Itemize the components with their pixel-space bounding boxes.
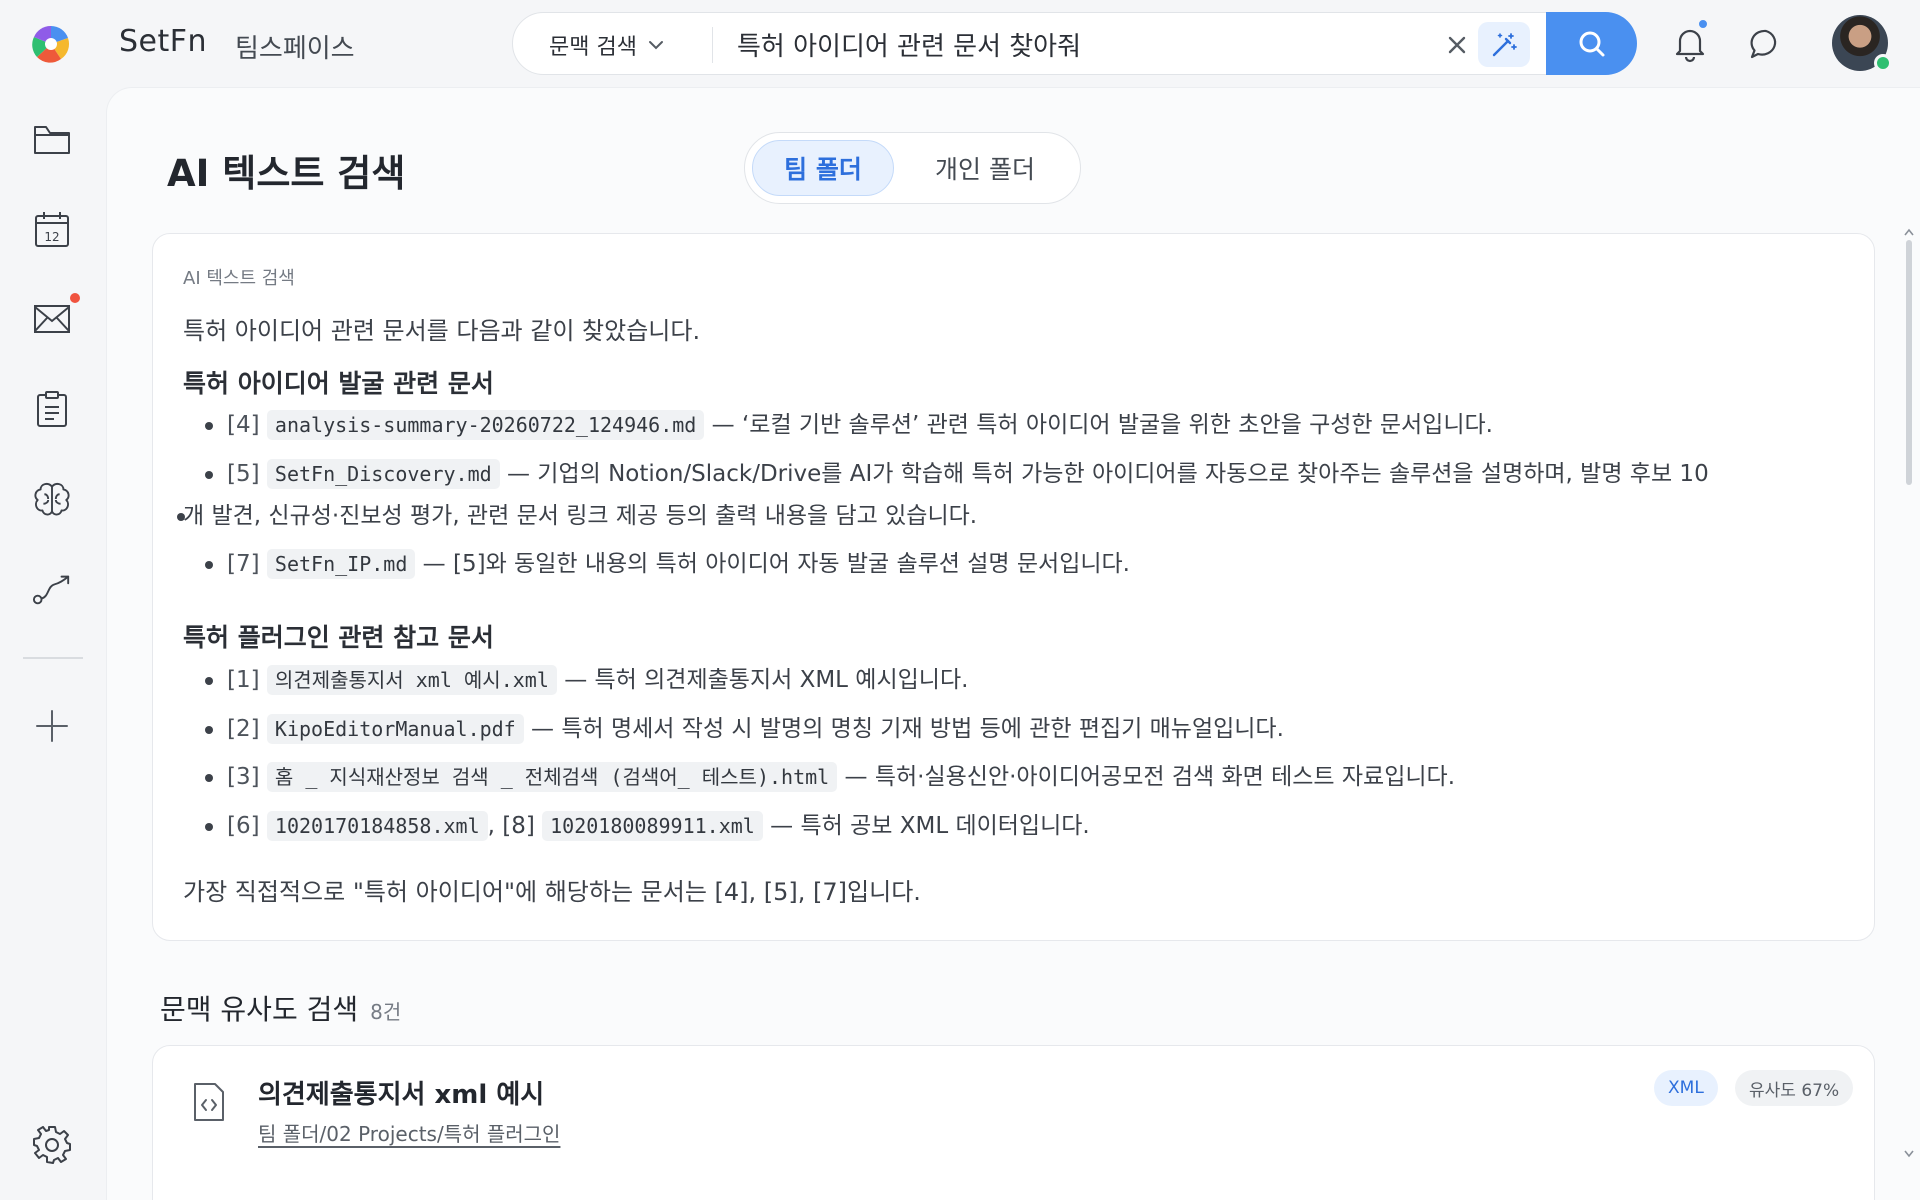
brand-name: SetFn xyxy=(119,24,208,59)
tab-team-folder[interactable]: 팀 폴더 xyxy=(752,140,894,196)
similarity-badge: 유사도 67% xyxy=(1735,1070,1854,1106)
item-description: — 특허·실용신안·아이디어공모전 검색 화면 테스트 자료입니다. xyxy=(844,764,1456,790)
search-button[interactable] xyxy=(1546,12,1637,75)
chevron-down-icon xyxy=(648,41,663,50)
file-name[interactable]: SetFn_Discovery.md xyxy=(266,459,500,489)
list-item: [4] analysis-summary-20260722_124946.md … xyxy=(205,404,1851,446)
tab-personal-folder[interactable]: 개인 폴더 xyxy=(914,140,1056,196)
page-title: AI 텍스트 검색 xyxy=(167,152,406,195)
reference-number[interactable]: [6] xyxy=(227,813,260,839)
file-name[interactable]: SetFn_IP.md xyxy=(266,549,416,579)
workspace-name[interactable]: 팀스페이스 xyxy=(235,28,355,65)
folder-icon[interactable] xyxy=(32,120,72,160)
calendar-day: 12 xyxy=(44,230,59,244)
reference-number[interactable]: [1] xyxy=(227,667,260,693)
main-panel: AI 텍스트 검색 팀 폴더 개인 폴더 AI 텍스트 검색 특허 아이디어 관… xyxy=(106,87,1920,1200)
answer-intro: 특허 아이디어 관련 문서를 다음과 같이 찾았습니다. xyxy=(183,317,701,345)
file-name[interactable]: 홈 _ 지식재산정보 검색 _ 전체검색 (검색어_ 테스트).html xyxy=(266,762,838,792)
file-name[interactable]: KipoEditorManual.pdf xyxy=(266,714,524,744)
ai-assist-button[interactable] xyxy=(1478,22,1530,67)
file-name[interactable]: 1020180089911.xml xyxy=(542,811,763,841)
rail-divider xyxy=(23,657,83,659)
top-bar: SetFn 팀스페이스 문맥 검색 xyxy=(0,0,1920,87)
search-input[interactable] xyxy=(737,23,1417,65)
brain-icon[interactable] xyxy=(32,479,72,519)
result-title[interactable]: 의견제출통지서 xml 예시 xyxy=(258,1074,544,1111)
reference-number[interactable]: [7] xyxy=(227,551,260,577)
scrollbar-thumb[interactable] xyxy=(1906,240,1912,485)
mail-unread-dot xyxy=(70,293,80,303)
list-item-continuation: 개 발견, 신규성·진보성 평가, 관련 문서 링크 제공 등의 출력 내용을 … xyxy=(177,495,1823,537)
item-description-continued: 개 발견, 신규성·진보성 평가, 관련 문서 링크 제공 등의 출력 내용을 … xyxy=(183,503,978,529)
reference-number[interactable]: [4] xyxy=(227,412,260,438)
reference-number[interactable]: [5] xyxy=(227,461,260,487)
search-divider xyxy=(712,27,713,63)
result-card[interactable]: 의견제출통지서 xml 예시 팀 폴더/02 Projects/특허 플러그인 … xyxy=(152,1045,1875,1200)
section-heading: 특허 플러그인 관련 참고 문서 xyxy=(183,623,494,652)
search-icon xyxy=(1579,31,1604,56)
notification-badge xyxy=(1697,18,1709,30)
reference-separator[interactable]: , [8] xyxy=(488,813,535,839)
scroll-down-arrow[interactable] xyxy=(1904,1150,1914,1158)
file-type-badge: XML xyxy=(1654,1070,1718,1106)
list-item: [5] SetFn_Discovery.md — 기업의 Notion/Slac… xyxy=(205,453,1851,495)
similarity-results-heading: 문맥 유사도 검색 8건 xyxy=(160,988,401,1028)
list-item: [2] KipoEditorManual.pdf — 특허 명세서 작성 시 발… xyxy=(205,708,1851,750)
file-name[interactable]: analysis-summary-20260722_124946.md xyxy=(266,410,705,440)
reference-number[interactable]: [3] xyxy=(227,764,260,790)
result-path[interactable]: 팀 폴더/02 Projects/특허 플러그인 xyxy=(258,1118,560,1147)
code-file-icon xyxy=(194,1083,224,1121)
results-title: 문맥 유사도 검색 xyxy=(160,993,359,1026)
item-description: — 기업의 Notion/Slack/Drive를 AI가 학습해 특허 가능한… xyxy=(506,461,1709,487)
file-name[interactable]: 의견제출통지서 xml 예시.xml xyxy=(266,665,557,695)
route-icon[interactable] xyxy=(32,569,72,609)
chat-icon[interactable] xyxy=(1746,24,1786,64)
list-item: [7] SetFn_IP.md — [5]와 동일한 내용의 특허 아이디어 자… xyxy=(205,543,1851,585)
list-item: [3] 홈 _ 지식재산정보 검색 _ 전체검색 (검색어_ 테스트).html… xyxy=(205,756,1851,798)
answer-outro: 가장 직접적으로 "특허 아이디어"에 해당하는 문서는 [4], [5], [… xyxy=(183,878,921,906)
folder-scope-toggle: 팀 폴더 개인 폴더 xyxy=(744,132,1081,204)
close-icon[interactable] xyxy=(1443,31,1471,59)
list-item: [6] 1020170184858.xml, [8] 1020180089911… xyxy=(205,805,1851,847)
answer-label: AI 텍스트 검색 xyxy=(183,268,295,289)
search-bar: 문맥 검색 xyxy=(512,12,1637,75)
reference-number[interactable]: [2] xyxy=(227,716,260,742)
scroll-up-arrow[interactable] xyxy=(1904,228,1914,236)
app-logo[interactable] xyxy=(31,24,71,64)
file-name[interactable]: 1020170184858.xml xyxy=(266,811,488,841)
item-description: — [5]와 동일한 내용의 특허 아이디어 자동 발굴 솔루션 설명 문서입니… xyxy=(422,551,1130,577)
gear-icon[interactable] xyxy=(32,1125,72,1165)
magic-wand-icon xyxy=(1492,32,1517,56)
online-status-dot xyxy=(1874,54,1892,72)
clipboard-icon[interactable] xyxy=(32,389,72,429)
calendar-icon[interactable]: 12 xyxy=(32,209,72,249)
search-mode-label: 문맥 검색 xyxy=(549,35,637,60)
mail-icon[interactable] xyxy=(32,299,72,339)
list-item: [1] 의견제출통지서 xml 예시.xml — 특허 의견제출통지서 XML … xyxy=(205,659,1851,701)
item-description: — ‘로컬 기반 솔루션’ 관련 특허 아이디어 발굴을 위한 초안을 구성한 … xyxy=(711,412,1493,438)
item-description: — 특허 공보 XML 데이터입니다. xyxy=(770,813,1090,839)
item-description: — 특허 명세서 작성 시 발명의 명칭 기재 방법 등에 관한 편집기 매뉴얼… xyxy=(531,716,1284,742)
item-description: — 특허 의견제출통지서 XML 예시입니다. xyxy=(564,667,969,693)
search-mode-dropdown[interactable]: 문맥 검색 xyxy=(549,29,665,61)
plus-icon[interactable] xyxy=(32,706,72,746)
section-heading: 특허 아이디어 발굴 관련 문서 xyxy=(183,369,494,398)
results-count: 8건 xyxy=(370,1000,402,1024)
ai-answer-card: AI 텍스트 검색 특허 아이디어 관련 문서를 다음과 같이 찾았습니다. 특… xyxy=(152,233,1875,941)
